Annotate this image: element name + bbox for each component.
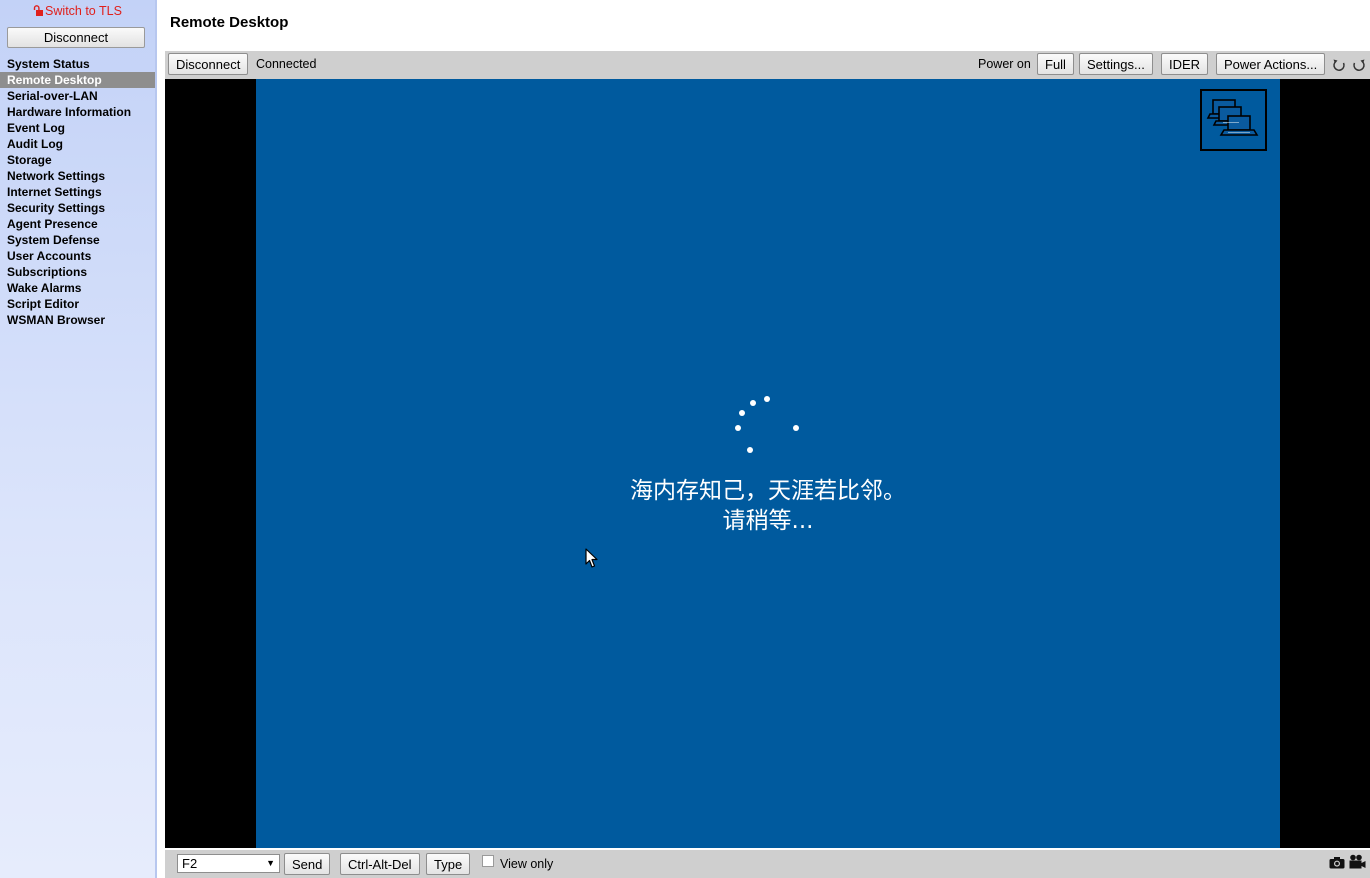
connection-status: Connected — [256, 57, 317, 71]
switch-to-tls-link[interactable]: Switch to TLS — [0, 4, 155, 19]
spinner-dot — [739, 410, 745, 416]
view-only-label: View only — [500, 857, 554, 871]
view-only-checkbox[interactable] — [482, 855, 494, 867]
rotate-left-icon[interactable] — [1332, 58, 1346, 72]
switch-to-tls-label: Switch to TLS — [45, 4, 122, 18]
full-button[interactable]: Full — [1037, 53, 1074, 75]
sidebar-item-security-settings[interactable]: Security Settings — [0, 200, 155, 216]
sidebar-item-subscriptions[interactable]: Subscriptions — [0, 264, 155, 280]
unlock-icon — [33, 5, 44, 19]
key-select[interactable]: F2 ▼ — [177, 854, 280, 873]
type-button[interactable]: Type — [426, 853, 471, 875]
power-actions-button[interactable]: Power Actions... — [1216, 53, 1326, 75]
spinner-dot — [747, 447, 753, 453]
disconnect-button[interactable]: Disconnect — [168, 53, 249, 75]
spinner-dot — [793, 425, 799, 431]
ctrl-alt-del-button[interactable]: Ctrl-Alt-Del — [340, 853, 420, 875]
power-status: Power on — [978, 57, 1031, 71]
rotate-right-icon[interactable] — [1352, 58, 1366, 72]
key-select-value: F2 — [182, 856, 198, 871]
spinner-dot — [764, 396, 770, 402]
camera-icon[interactable] — [1329, 856, 1345, 870]
sidebar-item-storage[interactable]: Storage — [0, 152, 155, 168]
video-camera-icon[interactable] — [1349, 854, 1366, 870]
mouse-pointer-icon — [585, 548, 598, 574]
sidebar-item-hardware-information[interactable]: Hardware Information — [0, 104, 155, 120]
sidebar-divider — [155, 0, 157, 878]
sidebar-item-event-log[interactable]: Event Log — [0, 120, 155, 136]
sidebar-item-agent-presence[interactable]: Agent Presence — [0, 216, 155, 232]
page-title: Remote Desktop — [170, 14, 289, 31]
sidebar-disconnect-button[interactable]: Disconnect — [7, 27, 145, 48]
kvm-computers-icon — [1200, 89, 1267, 151]
sidebar-item-script-editor[interactable]: Script Editor — [0, 296, 155, 312]
sidebar-item-audit-log[interactable]: Audit Log — [0, 136, 155, 152]
send-button[interactable]: Send — [284, 853, 331, 875]
sidebar-item-wake-alarms[interactable]: Wake Alarms — [0, 280, 155, 296]
sidebar-item-network-settings[interactable]: Network Settings — [0, 168, 155, 184]
ider-button[interactable]: IDER — [1161, 53, 1209, 75]
bottom-toolbar: F2 ▼ Send Ctrl-Alt-Del Type View only — [165, 850, 1370, 878]
sidebar-item-serial-over-lan[interactable]: Serial-over-LAN — [0, 88, 155, 104]
settings-button[interactable]: Settings... — [1079, 53, 1153, 75]
top-toolbar: Disconnect Connected Power on Full Setti… — [165, 51, 1370, 79]
sidebar-item-wsman-browser[interactable]: WSMAN Browser — [0, 312, 155, 328]
sidebar-item-system-status[interactable]: System Status — [0, 56, 155, 72]
dropdown-arrow-icon: ▼ — [266, 858, 275, 868]
sidebar-item-user-accounts[interactable]: User Accounts — [0, 248, 155, 264]
sidebar-item-system-defense[interactable]: System Defense — [0, 232, 155, 248]
sidebar: Switch to TLS Disconnect System Status Re… — [0, 0, 155, 878]
sidebar-nav: System Status Remote Desktop Serial-over-L… — [0, 56, 155, 328]
spinner-dot — [735, 425, 741, 431]
boot-message-line2: 请稍等... — [722, 508, 814, 534]
sidebar-item-remote-desktop[interactable]: Remote Desktop — [0, 72, 155, 88]
remote-screen-frame[interactable]: 海内存知己，天涯若比邻。 请稍等... — [165, 79, 1370, 848]
remote-desktop-view[interactable]: 海内存知己，天涯若比邻。 请稍等... — [256, 79, 1280, 848]
boot-message-line1: 海内存知己，天涯若比邻。 — [630, 478, 906, 504]
spinner-dot — [750, 400, 756, 406]
sidebar-item-internet-settings[interactable]: Internet Settings — [0, 184, 155, 200]
